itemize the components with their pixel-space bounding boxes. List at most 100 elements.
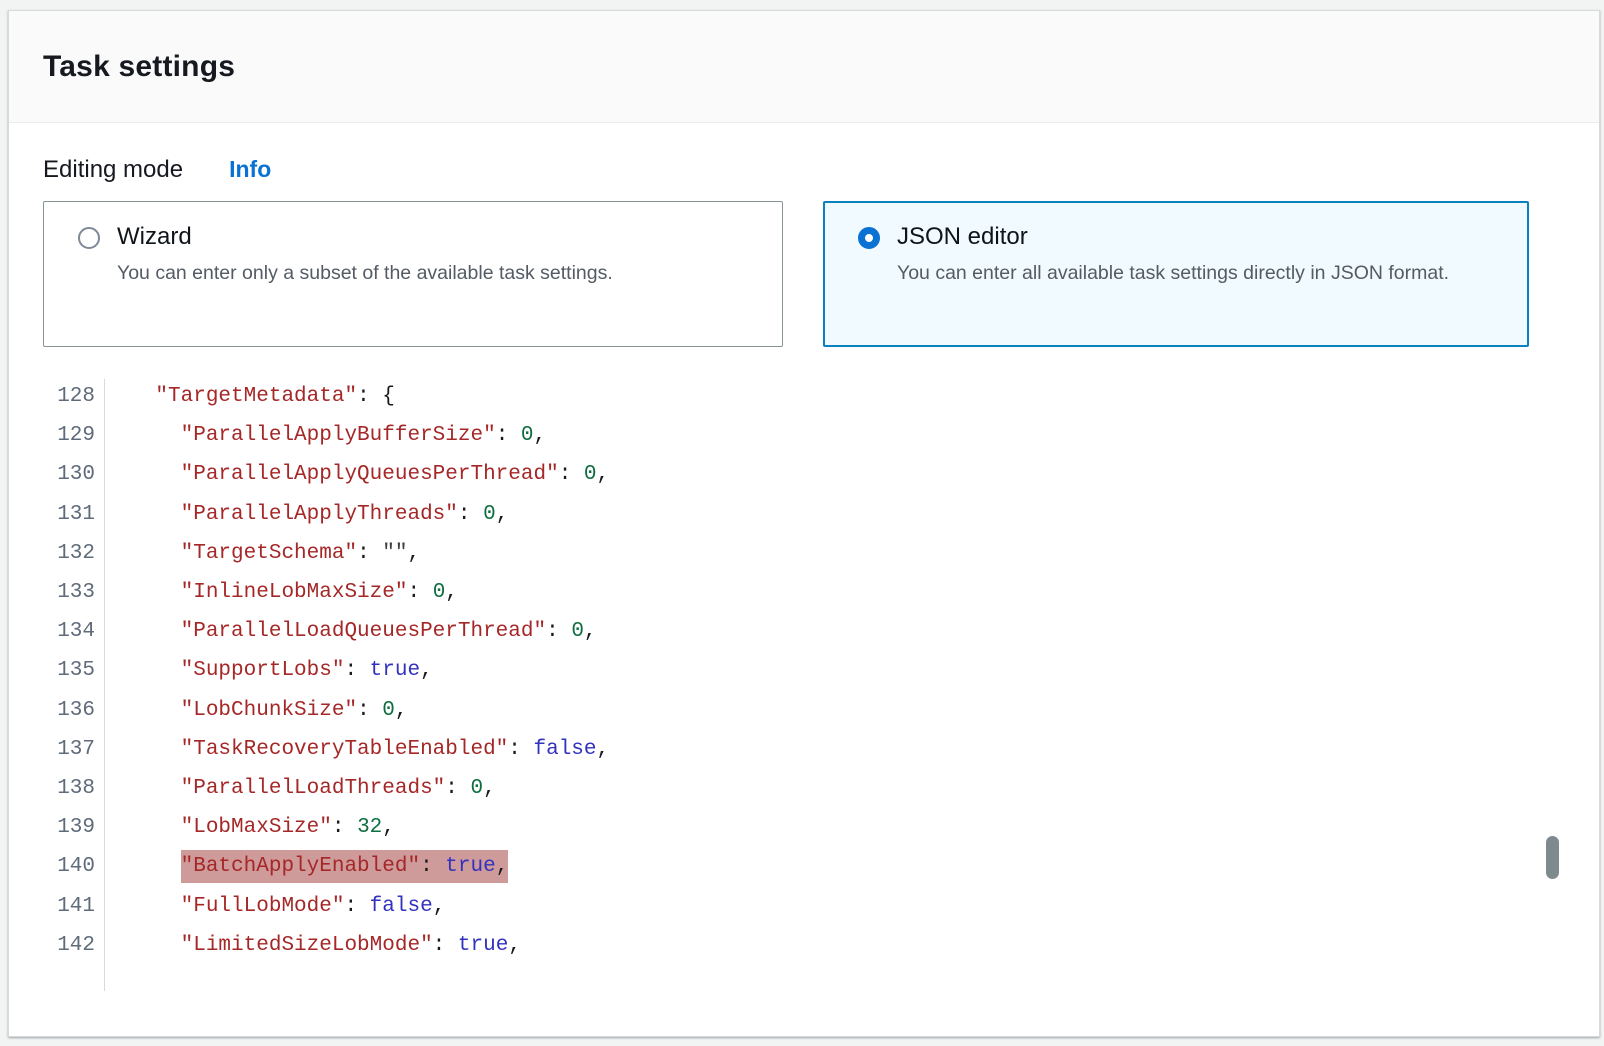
highlighted-token: :: [420, 850, 445, 883]
code-line-text[interactable]: "ParallelApplyThreads": 0,: [104, 495, 508, 534]
code-token: [105, 424, 181, 447]
code-line-text[interactable]: "FullLobMode": false,: [104, 887, 445, 926]
json-editor-tile-text: JSON editor You can enter all available …: [897, 223, 1449, 289]
code-line[interactable]: 132 "TargetSchema": "",: [9, 534, 1599, 573]
code-line-text[interactable]: "InlineLobMaxSize": 0,: [104, 573, 458, 612]
code-token: [105, 385, 155, 408]
line-number: 129: [9, 416, 104, 455]
code-token: false: [534, 738, 597, 761]
code-token: true: [370, 659, 420, 682]
json-code-editor[interactable]: 128 "TargetMetadata": {129 "ParallelAppl…: [9, 377, 1599, 999]
highlighted-token: true: [445, 850, 495, 883]
wizard-radio-icon[interactable]: [78, 227, 100, 249]
code-token: ,: [420, 659, 433, 682]
line-number: 134: [9, 612, 104, 651]
code-line[interactable]: 128 "TargetMetadata": {: [9, 377, 1599, 416]
code-token: ,: [408, 542, 421, 565]
code-line-text[interactable]: "ParallelApplyBufferSize": 0,: [104, 416, 546, 455]
code-token: "FullLobMode": [181, 895, 345, 918]
code-token: :: [357, 699, 382, 722]
code-token: :: [546, 620, 571, 643]
code-line-text[interactable]: "TargetMetadata": {: [104, 377, 395, 416]
code-token: [105, 699, 181, 722]
code-token: "InlineLobMaxSize": [181, 581, 408, 604]
code-token: [105, 895, 181, 918]
code-token: :: [357, 385, 382, 408]
code-token: [105, 581, 181, 604]
code-token: {: [382, 385, 395, 408]
code-token: "LobChunkSize": [181, 699, 357, 722]
panel-header: Task settings: [9, 11, 1599, 123]
code-token: [105, 542, 181, 565]
code-line-text[interactable]: "TaskRecoveryTableEnabled": false,: [104, 730, 609, 769]
code-token: ,: [597, 738, 610, 761]
line-number: 133: [9, 573, 104, 612]
code-token: "SupportLobs": [181, 659, 345, 682]
code-line-text[interactable]: "LimitedSizeLobMode": true,: [104, 926, 521, 965]
code-token: false: [370, 895, 433, 918]
code-token: ,: [433, 895, 446, 918]
code-line[interactable]: 133 "InlineLobMaxSize": 0,: [9, 573, 1599, 612]
code-token: "TargetSchema": [181, 542, 357, 565]
code-line[interactable]: 134 "ParallelLoadQueuesPerThread": 0,: [9, 612, 1599, 651]
line-number: 140: [9, 847, 104, 886]
code-line-text[interactable]: "SupportLobs": true,: [104, 651, 433, 690]
code-token: :: [332, 816, 357, 839]
code-token: "LimitedSizeLobMode": [181, 934, 433, 957]
code-line-text[interactable]: "ParallelApplyQueuesPerThread": 0,: [104, 455, 609, 494]
tile-json-editor[interactable]: JSON editor You can enter all available …: [823, 201, 1529, 347]
code-line[interactable]: 141 "FullLobMode": false,: [9, 887, 1599, 926]
page-title: Task settings: [43, 50, 235, 84]
line-number: 138: [9, 769, 104, 808]
wizard-title: Wizard: [117, 223, 613, 251]
code-token: "ParallelLoadQueuesPerThread": [181, 620, 546, 643]
gutter-divider: [104, 379, 105, 991]
code-line[interactable]: 136 "LobChunkSize": 0,: [9, 691, 1599, 730]
info-link[interactable]: Info: [229, 156, 271, 183]
code-line-text[interactable]: "LobMaxSize": 32,: [104, 808, 395, 847]
code-token: ,: [496, 503, 509, 526]
code-line[interactable]: 135 "SupportLobs": true,: [9, 651, 1599, 690]
code-token: [105, 777, 181, 800]
code-token: "LobMaxSize": [181, 816, 332, 839]
highlighted-token: "BatchApplyEnabled": [181, 850, 420, 883]
code-token: [105, 738, 181, 761]
code-token: :: [559, 463, 584, 486]
editor-scrollbar-thumb[interactable]: [1546, 836, 1559, 879]
code-line-text[interactable]: "BatchApplyEnabled": true,: [104, 847, 508, 886]
line-number: 142: [9, 926, 104, 965]
code-token: ,: [445, 581, 458, 604]
code-line-text[interactable]: "ParallelLoadThreads": 0,: [104, 769, 496, 808]
code-token: [105, 934, 181, 957]
code-line[interactable]: 129 "ParallelApplyBufferSize": 0,: [9, 416, 1599, 455]
highlighted-token: ,: [496, 850, 509, 883]
code-line[interactable]: 142 "LimitedSizeLobMode": true,: [9, 926, 1599, 965]
code-line[interactable]: 131 "ParallelApplyThreads": 0,: [9, 495, 1599, 534]
code-token: [105, 816, 181, 839]
code-line[interactable]: 139 "LobMaxSize": 32,: [9, 808, 1599, 847]
code-token: 0: [382, 699, 395, 722]
line-number: 141: [9, 887, 104, 926]
code-token: 0: [584, 463, 597, 486]
code-line[interactable]: 130 "ParallelApplyQueuesPerThread": 0,: [9, 455, 1599, 494]
wizard-description: You can enter only a subset of the avail…: [117, 258, 613, 289]
code-token: 0: [483, 503, 496, 526]
tile-wizard[interactable]: Wizard You can enter only a subset of th…: [43, 201, 783, 347]
line-number: 135: [9, 651, 104, 690]
code-token: "ParallelApplyQueuesPerThread": [181, 463, 559, 486]
code-line-text[interactable]: "TargetSchema": "",: [104, 534, 420, 573]
line-number: 132: [9, 534, 104, 573]
code-token: 0: [433, 581, 446, 604]
code-token: "ParallelApplyThreads": [181, 503, 458, 526]
code-token: 0: [571, 620, 584, 643]
code-line[interactable]: 138 "ParallelLoadThreads": 0,: [9, 769, 1599, 808]
json-editor-radio-icon[interactable]: [858, 227, 880, 249]
code-line[interactable]: 137 "TaskRecoveryTableEnabled": false,: [9, 730, 1599, 769]
json-editor-title: JSON editor: [897, 223, 1449, 251]
code-line[interactable]: 140 "BatchApplyEnabled": true,: [9, 847, 1599, 886]
code-line-text[interactable]: "LobChunkSize": 0,: [104, 691, 408, 730]
editing-mode-row: Editing mode Info: [43, 156, 1565, 184]
line-number: 130: [9, 455, 104, 494]
code-token: "ParallelApplyBufferSize": [181, 424, 496, 447]
code-line-text[interactable]: "ParallelLoadQueuesPerThread": 0,: [104, 612, 597, 651]
